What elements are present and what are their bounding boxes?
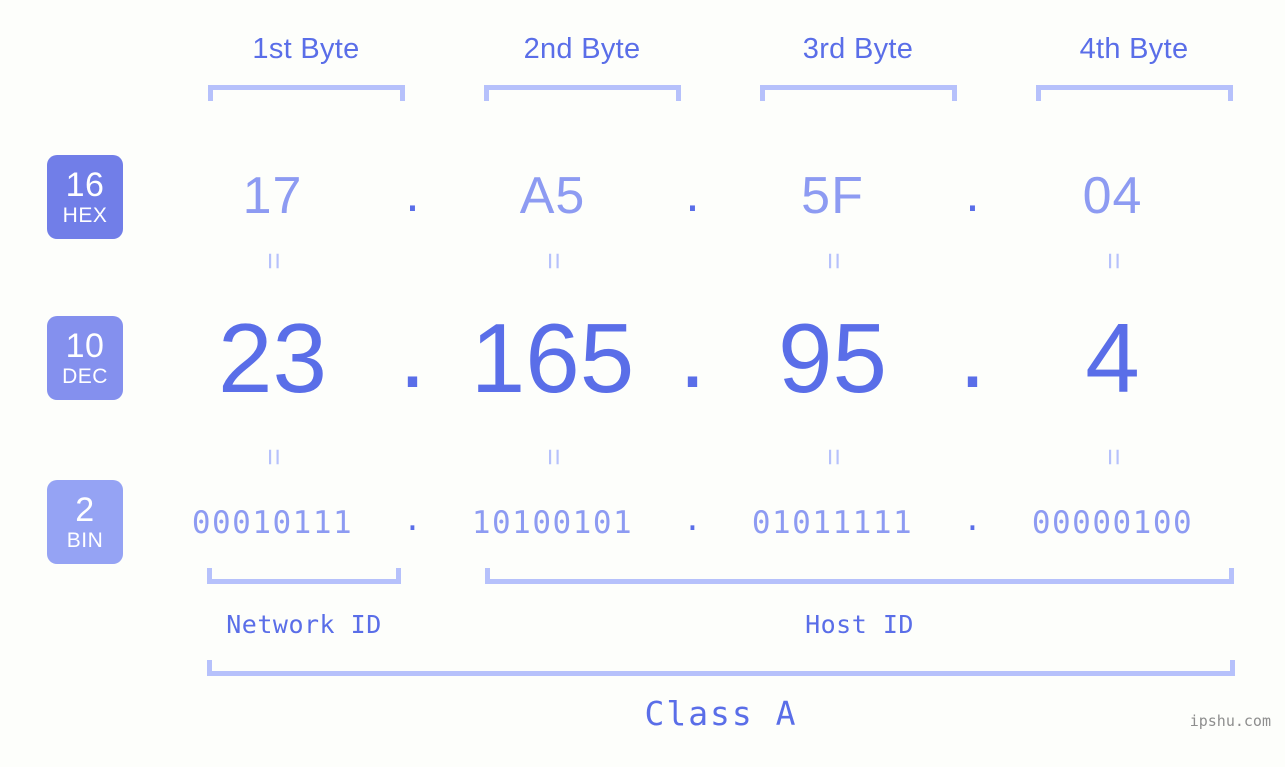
bin-byte-3: 01011111 <box>751 505 914 541</box>
hex-byte-3: 5F <box>801 167 864 225</box>
byte-bracket-2 <box>484 85 681 101</box>
bin-byte-1: 00010111 <box>191 505 354 541</box>
base-badge-dec-abbr: DEC <box>62 365 108 388</box>
dec-byte-2: 165 <box>470 302 635 413</box>
bin-separator-1: . <box>403 502 422 539</box>
dec-byte-3: 95 <box>777 302 887 413</box>
byte-bracket-3 <box>760 85 957 101</box>
byte-bracket-1 <box>208 85 405 101</box>
dec-byte-1: 23 <box>217 302 327 413</box>
byte-header-3: 3rd Byte <box>802 33 914 65</box>
base-badge-dec-number: 10 <box>65 327 105 365</box>
equals-mark-2: = <box>536 252 570 270</box>
host-id-bracket <box>485 568 1234 584</box>
equals-mark-7: = <box>816 448 850 466</box>
hex-separator-2: . <box>685 165 700 223</box>
hex-byte-2: A5 <box>519 167 586 225</box>
equals-row-dec-bin: = = = = <box>150 440 1270 474</box>
byte-header-4: 4th Byte <box>1079 33 1189 65</box>
bin-value-row: 00010111 . 10100101 . 01011111 . 0000010… <box>150 492 1270 554</box>
hex-byte-1: 17 <box>242 167 303 225</box>
base-badge-bin: 2 BIN <box>47 480 123 564</box>
hex-byte-4: 04 <box>1082 167 1143 225</box>
base-badge-dec: 10 DEC <box>47 316 123 400</box>
bin-byte-2: 10100101 <box>471 505 634 541</box>
network-id-bracket <box>207 568 401 584</box>
base-badge-hex-abbr: HEX <box>62 204 108 227</box>
byte-header-2: 2nd Byte <box>523 33 641 65</box>
bin-separator-2: . <box>683 502 702 539</box>
bin-separator-3: . <box>963 502 982 539</box>
site-watermark: ipshu.com <box>1189 712 1271 730</box>
host-id-label: Host ID <box>805 610 914 639</box>
base-badge-bin-abbr: BIN <box>66 529 104 552</box>
dec-separator-1: . <box>398 297 427 408</box>
equals-mark-5: = <box>256 448 290 466</box>
hex-separator-1: . <box>405 165 420 223</box>
base-badge-bin-number: 2 <box>75 491 95 529</box>
equals-mark-6: = <box>536 448 570 466</box>
equals-mark-4: = <box>1096 252 1130 270</box>
class-label: Class A <box>644 694 798 733</box>
equals-mark-3: = <box>816 252 850 270</box>
equals-mark-8: = <box>1096 448 1130 466</box>
hex-separator-3: . <box>965 165 980 223</box>
dec-byte-4: 4 <box>1085 302 1140 413</box>
ip-breakdown-diagram: 1st Byte 2nd Byte 3rd Byte 4th Byte 16 H… <box>0 0 1285 767</box>
bin-byte-4: 00000100 <box>1031 505 1194 541</box>
byte-header-1: 1st Byte <box>252 33 360 65</box>
dec-separator-2: . <box>678 297 707 408</box>
equals-mark-1: = <box>256 252 290 270</box>
base-badge-hex: 16 HEX <box>47 155 123 239</box>
hex-value-row: 17 . A5 . 5F . 04 <box>150 148 1270 244</box>
equals-row-hex-dec: = = = = <box>150 244 1270 278</box>
network-id-label: Network ID <box>226 610 382 639</box>
base-badge-hex-number: 16 <box>65 166 105 204</box>
dec-value-row: 23 . 165 . 95 . 4 <box>150 296 1270 420</box>
dec-separator-3: . <box>958 297 987 408</box>
byte-bracket-4 <box>1036 85 1233 101</box>
class-bracket <box>207 660 1235 676</box>
